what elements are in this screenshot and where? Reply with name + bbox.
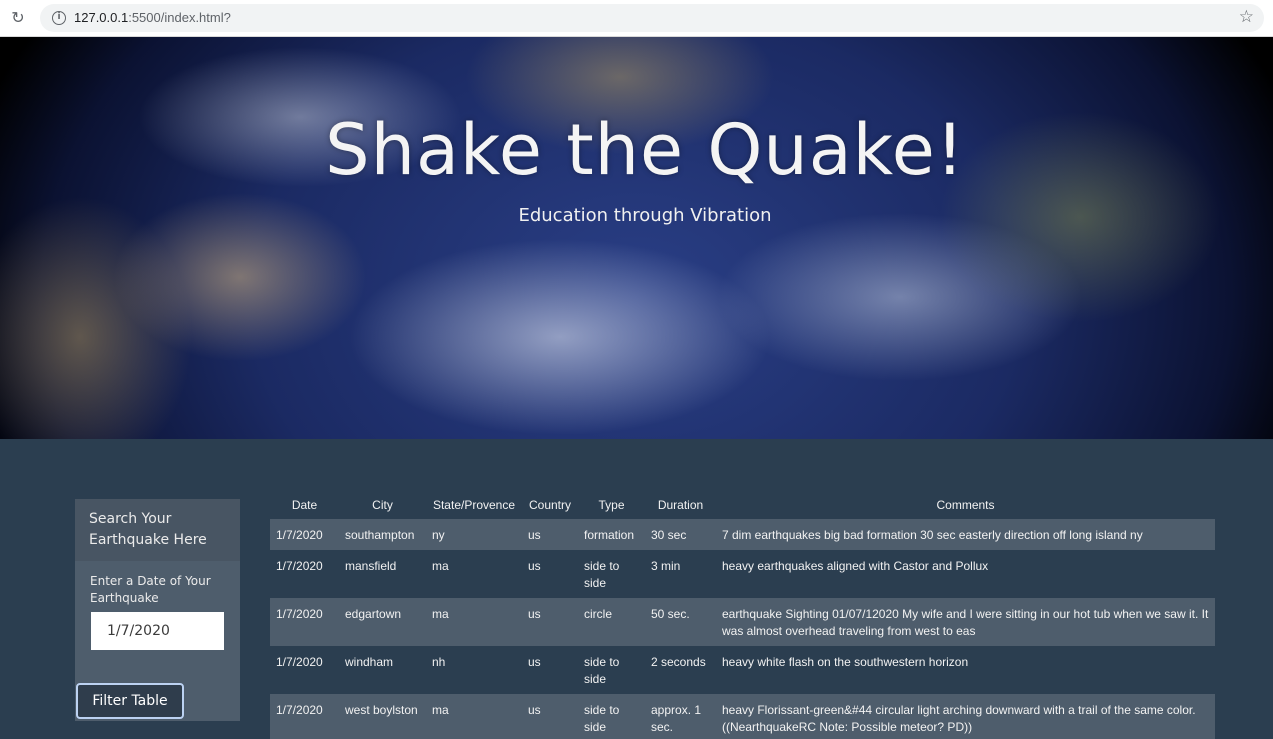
cell-city: southampton: [339, 519, 426, 550]
hero-title: Shake the Quake!: [325, 109, 965, 191]
cell-duration: 50 sec.: [645, 598, 716, 646]
header-country: Country: [528, 497, 572, 512]
cell-type: side to side: [578, 694, 645, 739]
cell-state: nh: [426, 646, 522, 694]
cell-country: us: [522, 550, 578, 598]
cell-country: us: [522, 519, 578, 550]
filter-panel: Search Your Earthquake Here Enter a Date…: [75, 499, 240, 721]
cell-country: us: [522, 598, 578, 646]
table-row: 1/7/2020 windham nh us side to side 2 se…: [270, 646, 1215, 694]
cell-city: mansfield: [339, 550, 426, 598]
header-city: City: [372, 497, 393, 512]
table-row: 1/7/2020 west boylston ma us side to sid…: [270, 694, 1215, 739]
cell-state: ny: [426, 519, 522, 550]
cell-comments: 7 dim earthquakes big bad formation 30 s…: [716, 519, 1215, 550]
date-input[interactable]: [91, 612, 224, 650]
filter-table-button[interactable]: Filter Table: [76, 683, 184, 719]
cell-date: 1/7/2020: [270, 519, 339, 550]
table-row: 1/7/2020 southampton ny us formation 30 …: [270, 519, 1215, 550]
cell-comments: earthquake Sighting 01/07/12020 My wife …: [716, 598, 1215, 646]
cell-country: us: [522, 646, 578, 694]
info-icon[interactable]: i: [52, 11, 66, 25]
cell-duration: 30 sec: [645, 519, 716, 550]
header-type: Type: [598, 497, 625, 512]
earthquake-table: Date City State/Provence Country Type Du…: [270, 490, 1215, 739]
cell-date: 1/7/2020: [270, 598, 339, 646]
cell-country: us: [522, 694, 578, 739]
address-bar[interactable]: i 127.0.0.1:5500/index.html? ☆: [40, 4, 1264, 32]
cell-state: ma: [426, 550, 522, 598]
cell-city: windham: [339, 646, 426, 694]
header-duration: Duration: [657, 497, 704, 512]
url-host: 127.0.0.1: [74, 10, 129, 25]
hero-banner: Shake the Quake! Education through Vibra…: [0, 37, 1273, 439]
cell-type: side to side: [578, 646, 645, 694]
cell-duration: 2 seconds: [645, 646, 716, 694]
url-text[interactable]: 127.0.0.1:5500/index.html?: [74, 10, 231, 25]
header-date: Date: [291, 497, 318, 512]
cell-date: 1/7/2020: [270, 646, 339, 694]
url-path: :5500/index.html?: [128, 10, 231, 25]
table-row: 1/7/2020 mansfield ma us side to side 3 …: [270, 550, 1215, 598]
table-header-row: Date City State/Provence Country Type Du…: [270, 490, 1215, 519]
cell-duration: approx. 1 sec.: [645, 694, 716, 739]
cell-state: ma: [426, 598, 522, 646]
browser-toolbar: ↻ i 127.0.0.1:5500/index.html? ☆: [0, 0, 1273, 37]
cell-date: 1/7/2020: [270, 694, 339, 739]
bookmark-star-icon[interactable]: ☆: [1239, 7, 1254, 27]
header-comments: Comments: [936, 497, 995, 512]
reload-icon[interactable]: ↻: [8, 8, 28, 28]
cell-city: edgartown: [339, 598, 426, 646]
cell-type: circle: [578, 598, 645, 646]
cell-type: side to side: [578, 550, 645, 598]
cell-comments: heavy white flash on the southwestern ho…: [716, 646, 1215, 694]
table-row: 1/7/2020 edgartown ma us circle 50 sec. …: [270, 598, 1215, 646]
cell-state: ma: [426, 694, 522, 739]
cell-type: formation: [578, 519, 645, 550]
cell-comments: heavy earthquakes aligned with Castor an…: [716, 550, 1215, 598]
cell-duration: 3 min: [645, 550, 716, 598]
filter-panel-heading: Search Your Earthquake Here: [75, 499, 240, 561]
cell-city: west boylston: [339, 694, 426, 739]
cell-date: 1/7/2020: [270, 550, 339, 598]
earthquake-table-container: Date City State/Provence Country Type Du…: [270, 490, 1215, 739]
hero-subtitle: Education through Vibration: [518, 205, 772, 226]
header-state: State/Provence: [432, 497, 516, 512]
date-input-label: Enter a Date of Your Earthquake: [90, 574, 211, 605]
cell-comments: heavy Florissant-green&#44 circular ligh…: [716, 694, 1215, 739]
